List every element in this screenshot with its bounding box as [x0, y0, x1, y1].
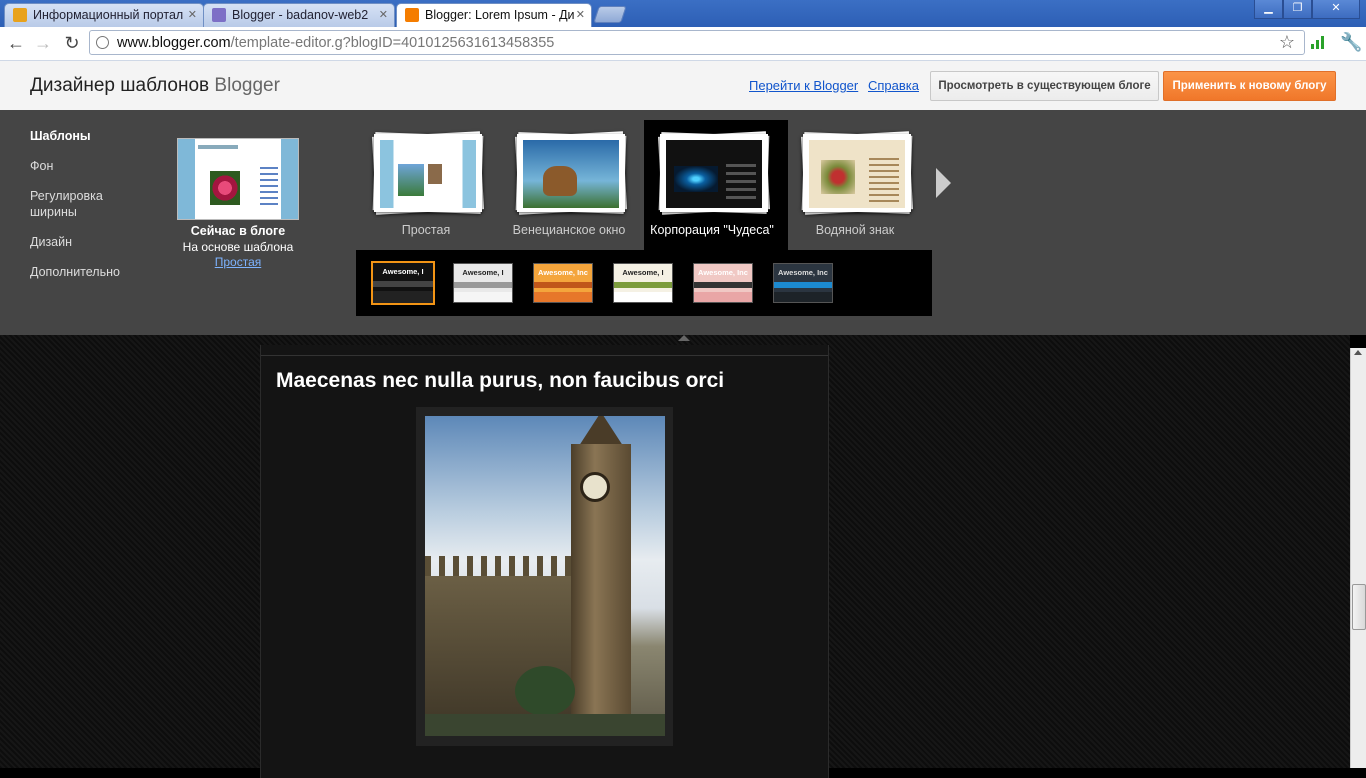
- variant-thumb-1[interactable]: Awesome, I: [371, 261, 435, 305]
- post-column: Maecenas nec nulla purus, non faucibus o…: [260, 345, 829, 778]
- blogger-favicon-icon: [405, 8, 419, 22]
- variant-thumb-6[interactable]: Awesome, Inc: [773, 263, 833, 303]
- help-link[interactable]: Справка: [868, 78, 919, 93]
- variant-thumb-4[interactable]: Awesome, I: [613, 263, 673, 303]
- browser-tab-2[interactable]: Blogger - badanov-web2 ✕: [203, 3, 395, 27]
- tab-close-icon[interactable]: ✕: [576, 4, 585, 26]
- apply-to-blog-button[interactable]: Применить к новому блогу: [1163, 71, 1336, 101]
- clock-face: [580, 472, 610, 502]
- panel-collapse-caret-icon[interactable]: [678, 335, 690, 341]
- minimize-icon[interactable]: ▁: [1254, 0, 1283, 19]
- browser-tab-3-active[interactable]: Blogger: Lorem Ipsum - Ди ✕: [396, 3, 592, 27]
- new-tab-button[interactable]: [593, 6, 627, 23]
- go-to-blogger-link[interactable]: Перейти к Blogger: [749, 78, 858, 93]
- tab-close-icon[interactable]: ✕: [188, 4, 197, 26]
- globe-icon: [96, 36, 109, 49]
- sidebar-item-templates[interactable]: Шаблоны: [30, 128, 140, 144]
- browser-tab-1[interactable]: Информационный портал ✕: [4, 3, 204, 27]
- window-controls: ▁ ❐ ✕: [1254, 0, 1360, 19]
- sidebar-item-advanced[interactable]: Дополнительно: [30, 264, 140, 280]
- tab-title: Blogger - badanov-web2: [232, 8, 369, 22]
- template-label: Венецианское окно: [512, 223, 626, 237]
- browser-tabstrip: Информационный портал ✕ Blogger - badano…: [0, 0, 1366, 27]
- url-text: www.blogger.com/template-editor.g?blogID…: [117, 35, 555, 51]
- maximize-icon[interactable]: ❐: [1283, 0, 1312, 19]
- variant-thumb-2[interactable]: Awesome, I: [453, 263, 513, 303]
- variant-thumb-3[interactable]: Awesome, Inc: [533, 263, 593, 303]
- next-templates-arrow-icon[interactable]: [936, 168, 951, 198]
- window-close-icon[interactable]: ✕: [1312, 0, 1360, 19]
- sidebar-item-layout[interactable]: Дизайн: [30, 234, 140, 250]
- current-template-subtitle: На основе шаблона: [182, 240, 294, 254]
- browser-toolbar: ← → ↻ www.blogger.com/template-editor.g?…: [0, 27, 1366, 61]
- tab-title: Информационный портал: [33, 8, 184, 22]
- preview-scrollbar[interactable]: [1350, 348, 1366, 768]
- signal-bars-icon[interactable]: [1311, 34, 1327, 50]
- sidebar-item-background[interactable]: Фон: [30, 158, 140, 174]
- page-title: Дизайнер шаблонов Blogger: [30, 75, 280, 96]
- favicon-icon: [13, 8, 27, 22]
- back-arrow-icon[interactable]: ←: [6, 33, 26, 53]
- template-variants: Awesome, I Awesome, I Awesome, Inc Aweso…: [356, 250, 932, 316]
- forward-arrow-icon[interactable]: →: [33, 33, 53, 53]
- bookmark-star-icon[interactable]: ☆: [1279, 32, 1295, 53]
- tab-title: Blogger: Lorem Ipsum - Ди: [425, 8, 575, 22]
- scroll-up-arrow-icon[interactable]: [1354, 350, 1362, 355]
- blog-preview: Maecenas nec nulla purus, non faucibus o…: [0, 335, 1350, 778]
- scroll-thumb[interactable]: [1352, 584, 1366, 630]
- variant-thumb-5[interactable]: Awesome, Inc: [693, 263, 753, 303]
- wrench-icon[interactable]: 🔧: [1340, 32, 1362, 53]
- current-template-title: Сейчас в блоге: [190, 224, 286, 238]
- post-image-frame: [416, 407, 673, 746]
- template-panel: Шаблоны Фон Регулировка ширины Дизайн До…: [0, 110, 1366, 335]
- template-label: Водяной знак: [815, 223, 895, 237]
- post-photo[interactable]: [425, 416, 665, 736]
- reload-icon[interactable]: ↻: [62, 33, 82, 53]
- template-label: Корпорация "Чудеса": [650, 223, 774, 237]
- view-existing-blog-button[interactable]: Просмотреть в существующем блоге: [930, 71, 1159, 101]
- post-title[interactable]: Maecenas nec nulla purus, non faucibus o…: [276, 369, 724, 393]
- current-template-thumbnail: [177, 138, 299, 220]
- template-label: Простая: [401, 223, 451, 237]
- address-bar[interactable]: www.blogger.com/template-editor.g?blogID…: [89, 30, 1305, 55]
- sidebar-item-width[interactable]: Регулировка ширины: [30, 188, 140, 220]
- designer-header: Дизайнер шаблонов Blogger Перейти к Blog…: [0, 61, 1366, 111]
- current-template-link[interactable]: Простая: [158, 255, 318, 269]
- favicon-icon: [212, 8, 226, 22]
- tab-close-icon[interactable]: ✕: [379, 4, 388, 26]
